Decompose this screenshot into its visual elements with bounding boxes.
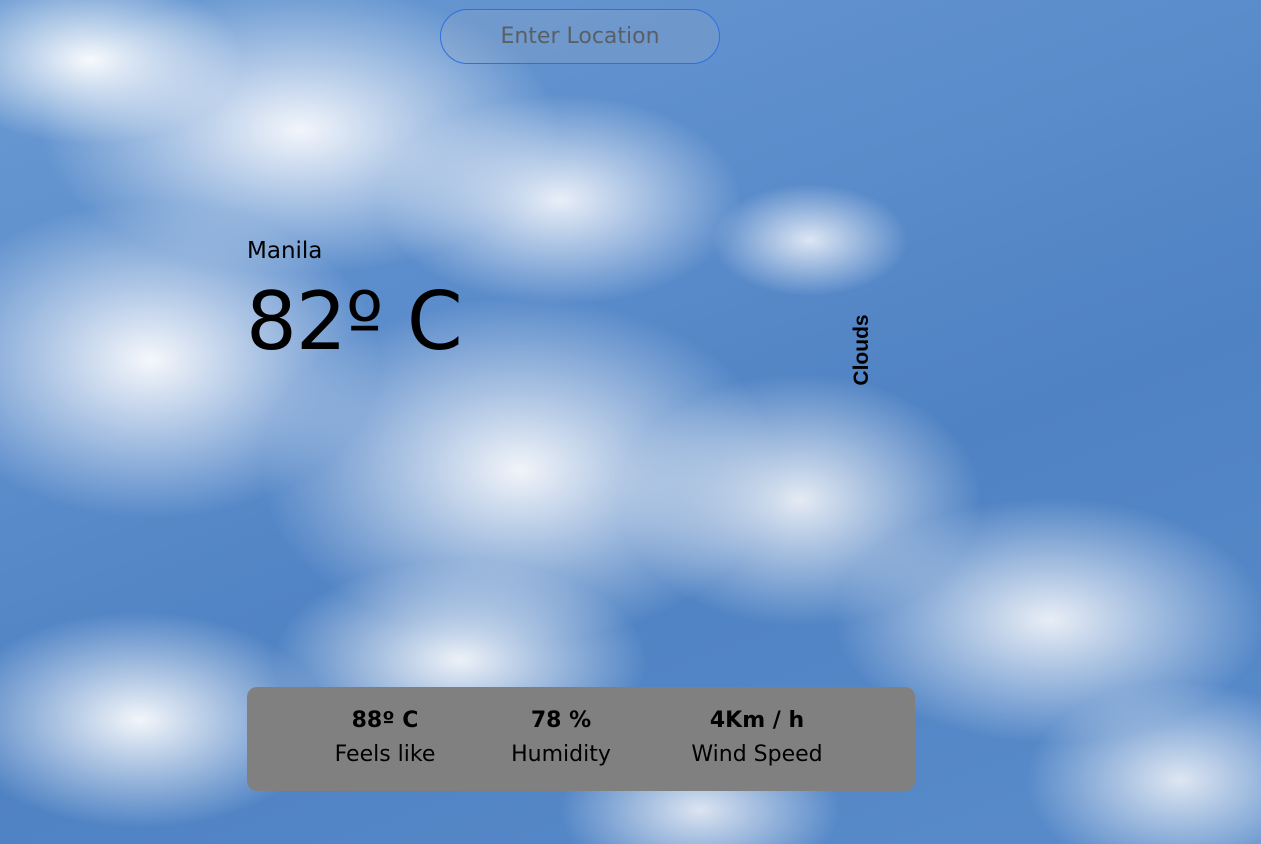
- weather-condition: Clouds: [850, 314, 873, 386]
- temperature-value: 82º C: [246, 275, 463, 368]
- humidity-label: Humidity: [511, 742, 611, 767]
- location-input[interactable]: [441, 9, 719, 64]
- location-name: Manila: [247, 238, 323, 264]
- feels-like-stat: 88º C Feels like: [335, 705, 436, 773]
- wind-speed-stat: 4Km / h Wind Speed: [691, 705, 822, 773]
- wind-speed-label: Wind Speed: [691, 742, 823, 767]
- wind-speed-value: 4Km / h: [709, 708, 805, 733]
- weather-stats-panel: 88º C Feels like 78 % Humidity 4Km / h W…: [247, 687, 915, 791]
- location-search-box[interactable]: [440, 9, 720, 64]
- feels-like-value: 88º C: [351, 708, 419, 733]
- humidity-value: 78 %: [530, 708, 592, 733]
- feels-like-label: Feels like: [334, 742, 436, 767]
- humidity-stat: 78 % Humidity: [511, 705, 611, 773]
